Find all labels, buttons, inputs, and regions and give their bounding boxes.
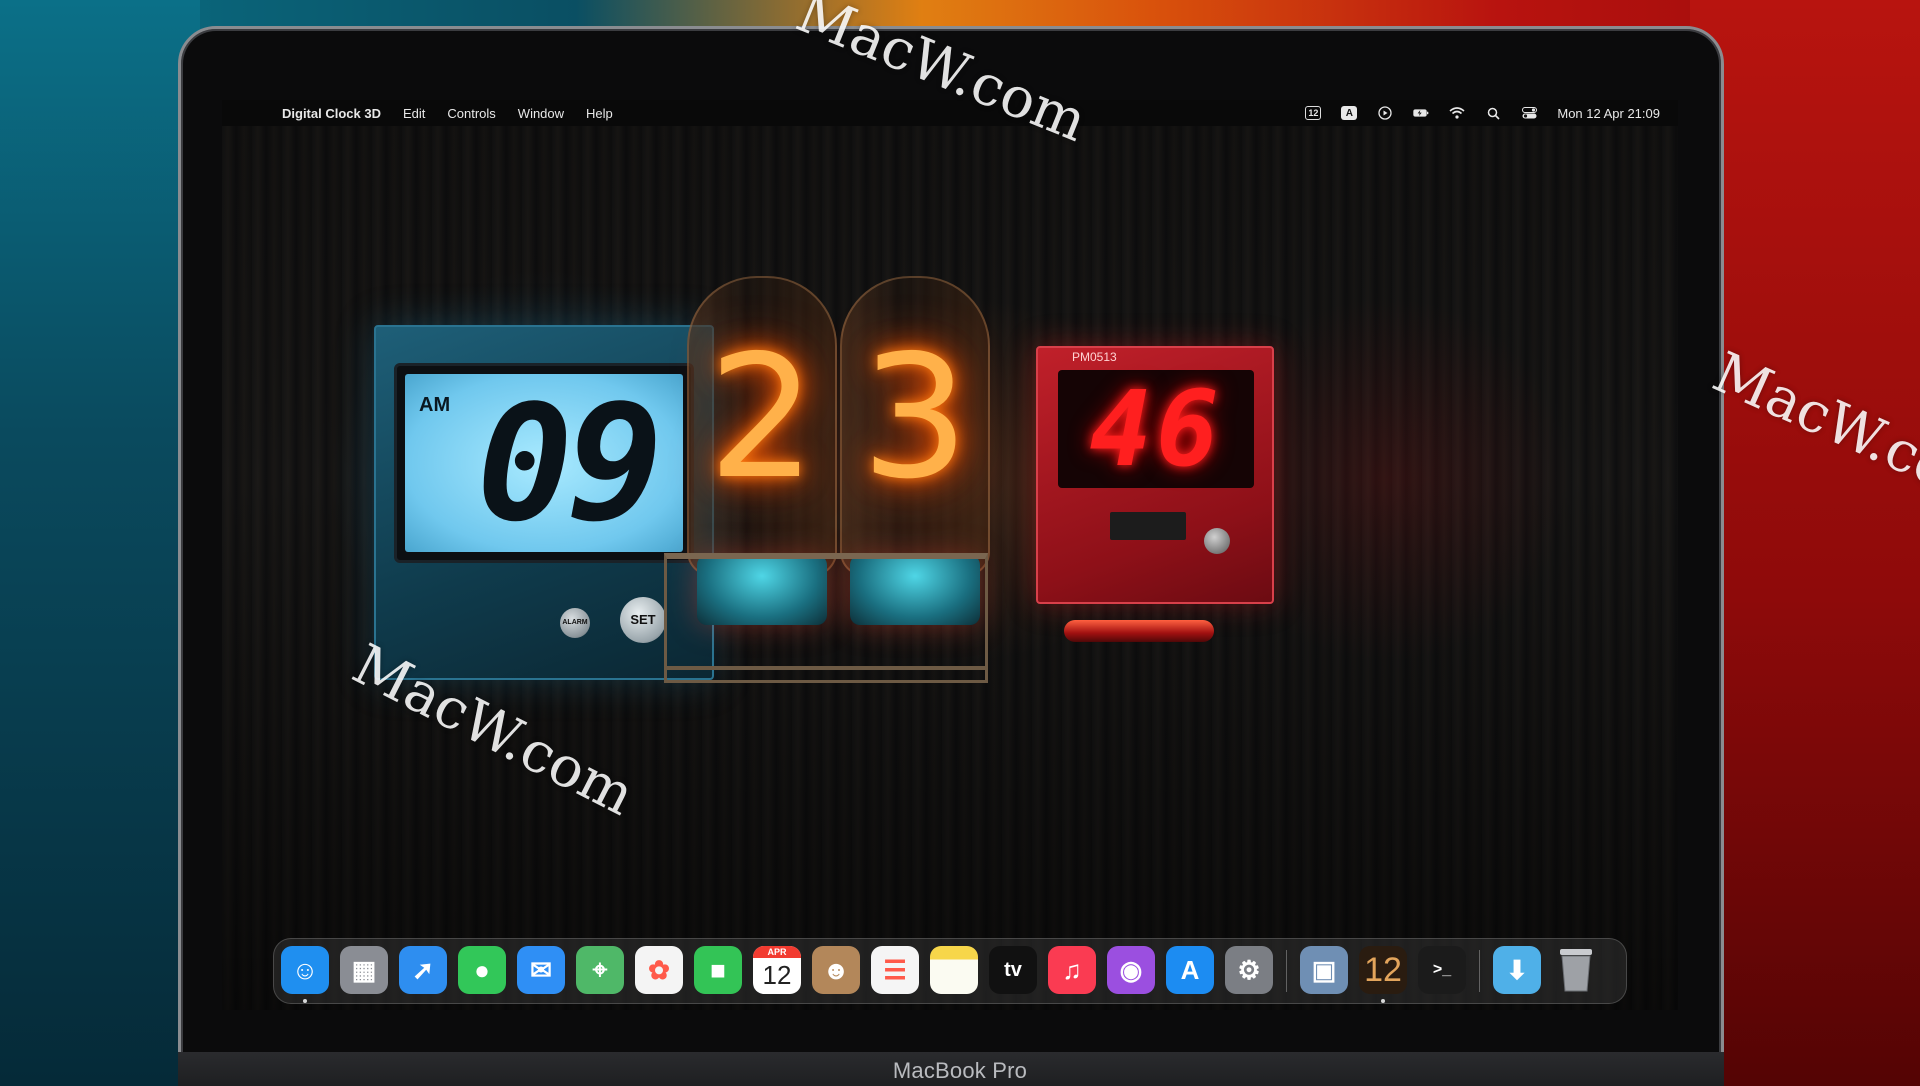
menu-controls[interactable]: Controls [447, 106, 495, 121]
terminal-icon[interactable]: >_ [1418, 946, 1466, 994]
control-center-icon[interactable] [1521, 106, 1537, 120]
menu-help[interactable]: Help [586, 106, 613, 121]
seconds-digits: 46 [1089, 368, 1223, 490]
calendar-12-icon[interactable]: 12 [1305, 106, 1322, 120]
screen: Digital Clock 3D Edit Controls Window He… [222, 100, 1678, 1010]
launchpad-icon[interactable]: ▦ [340, 946, 388, 994]
am-pm-indicator: AM [419, 394, 451, 416]
ic-chip [1110, 512, 1186, 540]
potentiometer-knob [1204, 528, 1230, 554]
battery-charging-icon[interactable] [1413, 106, 1429, 120]
dock-separator [1286, 950, 1287, 992]
hours-digits: 09 [476, 370, 664, 557]
play-icon[interactable] [1377, 106, 1393, 120]
app-menu[interactable]: Digital Clock 3D [282, 106, 381, 121]
battery-cell [1064, 620, 1214, 642]
set-button[interactable]: SET [620, 597, 666, 643]
finder-running-dot [303, 999, 307, 1003]
menu-window[interactable]: Window [518, 106, 564, 121]
system-preferences-icon[interactable]: ⚙ [1225, 946, 1273, 994]
finder-icon[interactable]: ☺ [281, 946, 329, 994]
trash-icon[interactable] [1552, 946, 1600, 994]
digital-clock-icon[interactable]: 12 [1359, 946, 1407, 994]
facetime-icon[interactable]: ■ [694, 946, 742, 994]
nixie-rack [664, 553, 988, 683]
preview-icon[interactable]: ▣ [1300, 946, 1348, 994]
photos-icon[interactable]: ✿ [635, 946, 683, 994]
appletv-icon[interactable]: tv [989, 946, 1037, 994]
messages-icon[interactable]: ● [458, 946, 506, 994]
minute-ones-digit: 3 [860, 319, 970, 517]
input-source-a-icon[interactable]: A [1341, 106, 1358, 120]
reminders-icon[interactable]: ☰ [871, 946, 919, 994]
contacts-icon[interactable]: ☻ [812, 946, 860, 994]
device-label: MacBook Pro [892, 1058, 1028, 1083]
calendar-month-label: APR [753, 946, 801, 958]
background-gradient-left [0, 0, 200, 1086]
maps-icon[interactable]: ⌖ [576, 946, 624, 994]
digital-clock-running-dot [1381, 999, 1385, 1003]
podcasts-icon[interactable]: ◉ [1107, 946, 1155, 994]
minute-tens-digit: 2 [707, 319, 817, 517]
led-board-label: PM0513 [1072, 350, 1117, 364]
notes-icon[interactable] [930, 946, 978, 994]
mail-icon[interactable]: ✉ [517, 946, 565, 994]
downloads-folder-icon[interactable]: ⬇ [1493, 946, 1541, 994]
music-icon[interactable]: ♫ [1048, 946, 1096, 994]
menubar-clock[interactable]: Mon 12 Apr 21:09 [1557, 106, 1660, 121]
appstore-icon[interactable]: A [1166, 946, 1214, 994]
dock-separator [1479, 950, 1480, 992]
calendar-day-label: 12 [762, 960, 792, 990]
alarm-button[interactable]: ALARM [560, 608, 590, 638]
status-area: 12 A Mon 12 Apr 21:09 [1305, 100, 1660, 126]
background-gradient-right [1690, 0, 1920, 1086]
calendar-icon[interactable]: APR 12 [753, 946, 801, 994]
wifi-icon[interactable] [1449, 106, 1465, 120]
search-icon[interactable] [1485, 106, 1501, 120]
menu-edit[interactable]: Edit [403, 106, 425, 121]
safari-icon[interactable]: ➚ [399, 946, 447, 994]
